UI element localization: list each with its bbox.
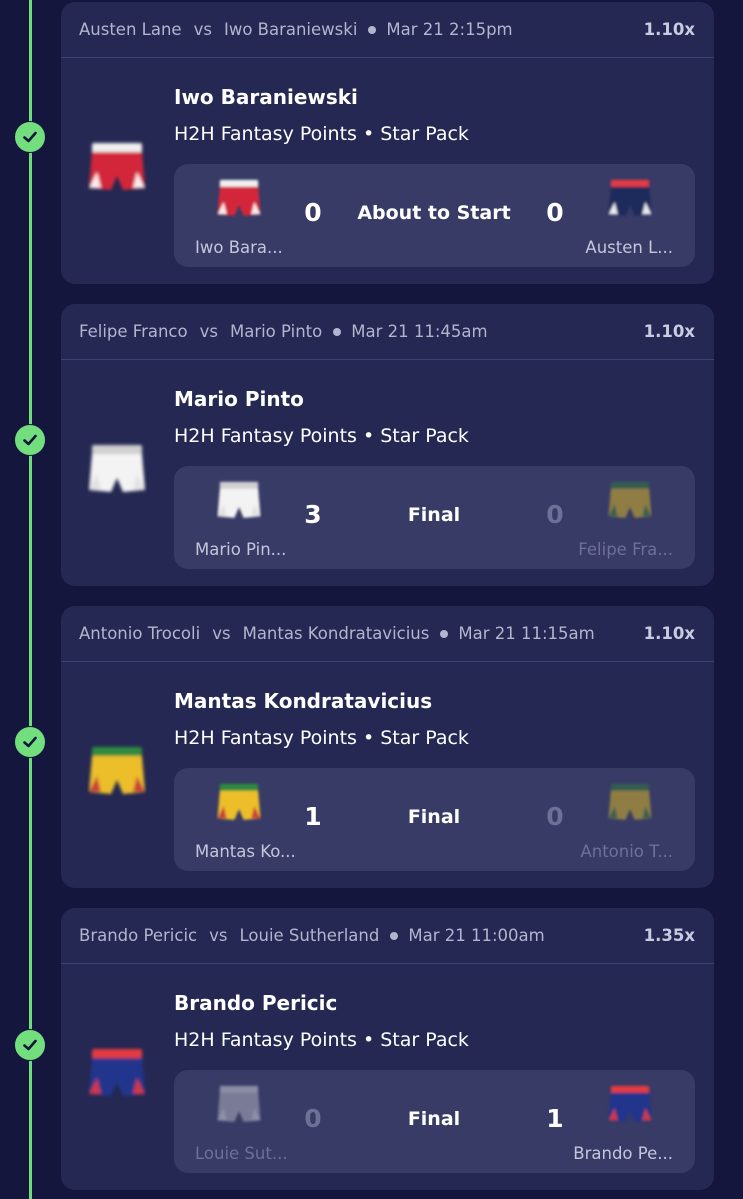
vs-label: vs <box>193 20 212 39</box>
game-status: Final <box>407 806 461 828</box>
left-shorts-icon <box>216 1082 262 1128</box>
game-status: Final <box>407 1108 461 1130</box>
matchup-datetime: Mar 21 2:15pm <box>386 20 513 39</box>
matchup-left-player: Austen Lane <box>79 20 182 39</box>
matchup-right-player: Iwo Baraniewski <box>223 20 358 39</box>
h2h-scoreboard: 3 Final 0 Mario Pin... Felipe Fra... <box>174 466 695 569</box>
pick-card-1[interactable]: Austen Lane vs Iwo Baraniewski Mar 21 2:… <box>61 2 714 284</box>
right-player-name: Antonio T... <box>580 842 673 861</box>
left-score: 0 <box>304 198 322 227</box>
right-score: 0 <box>546 802 564 831</box>
matchup-header: Antonio Trocoli vs Mantas Kondratavicius… <box>61 606 714 662</box>
right-shorts-icon <box>607 478 653 524</box>
vs-label: vs <box>212 624 231 643</box>
game-status: About to Start <box>357 202 511 224</box>
h2h-scoreboard: 1 Final 0 Mantas Ko... Antonio T... <box>174 768 695 871</box>
left-player-name: Mantas Ko... <box>195 842 296 861</box>
right-shorts-icon <box>607 780 653 826</box>
matchup-header: Austen Lane vs Iwo Baraniewski Mar 21 2:… <box>61 2 714 58</box>
separator-dot <box>440 629 449 638</box>
matchup-left-player: Felipe Franco <box>79 322 188 341</box>
left-score: 3 <box>304 500 322 529</box>
left-shorts-icon <box>216 780 262 826</box>
pick-player-name: Mario Pinto <box>174 387 304 411</box>
matchup-header: Felipe Franco vs Mario Pinto Mar 21 11:4… <box>61 304 714 360</box>
pick-player-name: Brando Pericic <box>174 991 338 1015</box>
pick-player-name: Mantas Kondratavicius <box>174 689 433 713</box>
matchup-right-player: Louie Sutherland <box>239 926 380 945</box>
timeline-line <box>29 0 32 1199</box>
left-player-name: Louie Sut... <box>195 1144 288 1163</box>
multiplier: 1.35x <box>643 926 695 945</box>
right-shorts-icon <box>607 1082 653 1128</box>
right-score: 1 <box>546 1104 564 1133</box>
matchup-datetime: Mar 21 11:00am <box>408 926 545 945</box>
check-icon <box>14 121 46 153</box>
pick-type: H2H Fantasy Points • Star Pack <box>174 123 469 145</box>
right-player-name: Felipe Fra... <box>578 540 673 559</box>
matchup-datetime: Mar 21 11:15am <box>458 624 595 643</box>
multiplier: 1.10x <box>643 624 695 643</box>
vs-label: vs <box>199 322 218 341</box>
right-shorts-icon <box>607 176 653 222</box>
pick-type: H2H Fantasy Points • Star Pack <box>174 727 469 749</box>
left-score: 1 <box>304 802 322 831</box>
left-shorts-icon <box>216 176 262 222</box>
pick-shorts-icon <box>87 1044 147 1104</box>
left-player-name: Mario Pin... <box>195 540 287 559</box>
right-score: 0 <box>546 500 564 529</box>
pick-player-name: Iwo Baraniewski <box>174 85 358 109</box>
right-player-name: Brando Pe... <box>573 1144 673 1163</box>
pick-type: H2H Fantasy Points • Star Pack <box>174 1029 469 1051</box>
matchup-header: Brando Pericic vs Louie Sutherland Mar 2… <box>61 908 714 964</box>
check-icon <box>14 424 46 456</box>
multiplier: 1.10x <box>643 20 695 39</box>
left-shorts-icon <box>216 478 262 524</box>
matchup-right-player: Mantas Kondratavicius <box>242 624 430 643</box>
game-status: Final <box>407 504 461 526</box>
separator-dot <box>390 931 399 940</box>
pick-card-2[interactable]: Felipe Franco vs Mario Pinto Mar 21 11:4… <box>61 304 714 586</box>
separator-dot <box>368 25 377 34</box>
pick-shorts-icon <box>87 138 147 198</box>
left-player-name: Iwo Bara... <box>195 238 283 257</box>
pick-shorts-icon <box>87 440 147 500</box>
h2h-scoreboard: 0 Final 1 Louie Sut... Brando Pe... <box>174 1070 695 1173</box>
pick-card-3[interactable]: Antonio Trocoli vs Mantas Kondratavicius… <box>61 606 714 888</box>
left-score: 0 <box>304 1104 322 1133</box>
matchup-right-player: Mario Pinto <box>229 322 323 341</box>
right-score: 0 <box>546 198 564 227</box>
pick-type: H2H Fantasy Points • Star Pack <box>174 425 469 447</box>
pick-card-4[interactable]: Brando Pericic vs Louie Sutherland Mar 2… <box>61 908 714 1190</box>
check-icon <box>14 1029 46 1061</box>
h2h-scoreboard: 0 About to Start 0 Iwo Bara... Austen L.… <box>174 164 695 267</box>
vs-label: vs <box>209 926 228 945</box>
multiplier: 1.10x <box>643 322 695 341</box>
separator-dot <box>333 327 342 336</box>
matchup-left-player: Antonio Trocoli <box>79 624 201 643</box>
check-icon <box>14 726 46 758</box>
matchup-datetime: Mar 21 11:45am <box>351 322 488 341</box>
right-player-name: Austen L... <box>585 238 673 257</box>
pick-shorts-icon <box>87 742 147 802</box>
matchup-left-player: Brando Pericic <box>79 926 198 945</box>
